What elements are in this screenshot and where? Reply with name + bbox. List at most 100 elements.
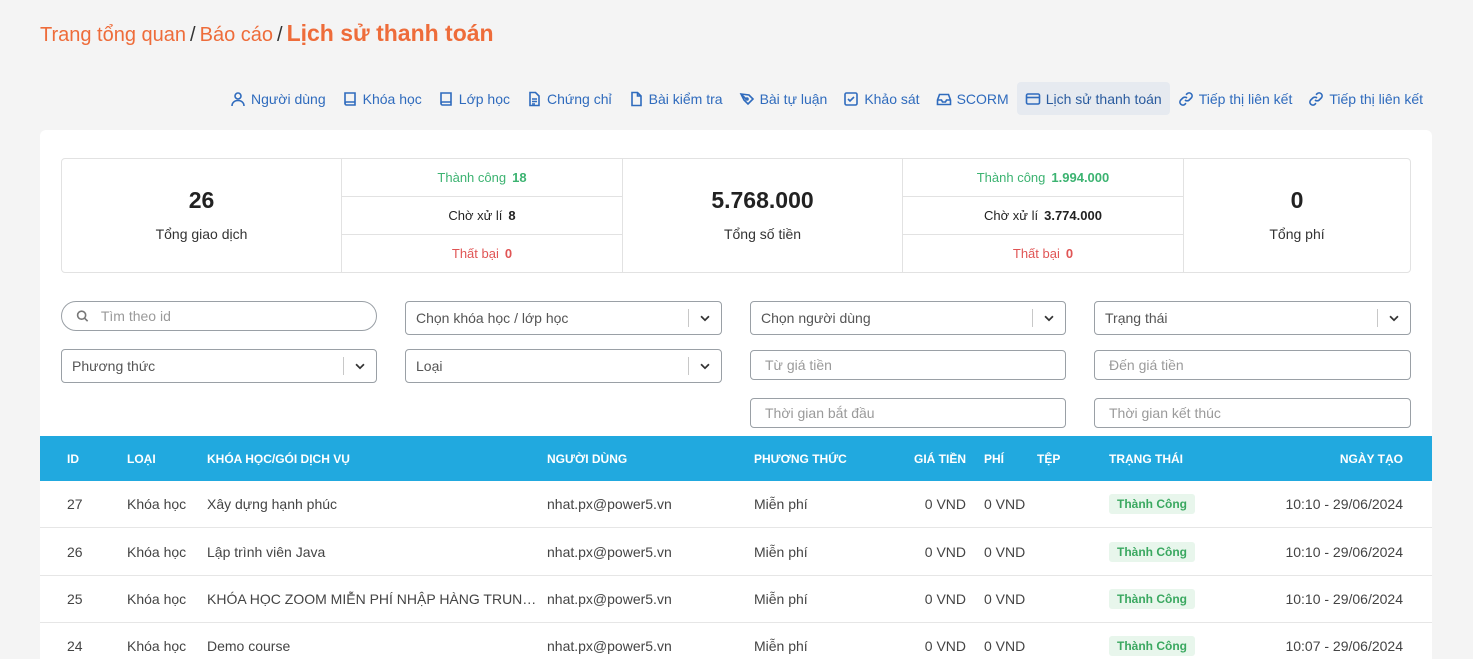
cell-status: Thành Công bbox=[1109, 529, 1195, 575]
tab-tests[interactable]: Bài kiểm tra bbox=[620, 82, 731, 115]
select-value: Trạng thái bbox=[1105, 310, 1168, 326]
cell-course-text: Lập trình viên Java bbox=[207, 544, 326, 560]
cell-id: 27 bbox=[67, 496, 83, 512]
breadcrumb-reports[interactable]: Báo cáo bbox=[200, 24, 273, 46]
select-value: Phương thức bbox=[72, 358, 156, 374]
tab-label: Bài tự luận bbox=[759, 90, 828, 107]
tab-classes[interactable]: Lớp học bbox=[430, 82, 518, 115]
tab-label: Khóa học bbox=[362, 90, 422, 107]
cell-date: 10:10 - 29/06/2024 bbox=[1285, 544, 1403, 560]
cell-id: 24 bbox=[67, 638, 83, 654]
start-time-field[interactable] bbox=[750, 398, 1066, 428]
cell-method: Miễn phí bbox=[754, 591, 808, 607]
stat-label: Tổng phí bbox=[1269, 226, 1325, 242]
cell-method: Miễn phí bbox=[754, 496, 808, 512]
user-icon bbox=[231, 91, 245, 106]
tab-users[interactable]: Người dùng bbox=[222, 82, 334, 115]
breadcrumb: Trang tổng quan / Báo cáo / Lịch sử thanh to… bbox=[40, 20, 494, 47]
cell-user: nhat.px@power5.vn bbox=[547, 591, 672, 607]
stat-value: 0 bbox=[504, 246, 513, 261]
tab-label: Lớp học bbox=[458, 90, 510, 107]
breadcrumb-separator: / bbox=[190, 24, 196, 46]
user-select[interactable]: Chọn người dùng bbox=[750, 301, 1066, 335]
chevron-down-icon[interactable] bbox=[689, 311, 721, 325]
column-header-method[interactable]: PHƯƠNG THỨC bbox=[754, 436, 847, 481]
cell-method: Miễn phí bbox=[754, 544, 808, 560]
column-header-file[interactable]: TỆP bbox=[1037, 436, 1060, 481]
stat-pending-row: Chờ xử lí 3.774.000 bbox=[903, 197, 1183, 235]
chevron-down-icon[interactable] bbox=[1033, 311, 1065, 325]
cell-user: nhat.px@power5.vn bbox=[547, 638, 672, 654]
type-select[interactable]: Loại bbox=[405, 349, 722, 383]
cell-date: 10:07 - 29/06/2024 bbox=[1285, 638, 1403, 654]
tab-affiliate-marketing[interactable]: Tiếp thị liên kết bbox=[1170, 82, 1301, 115]
column-header-id[interactable]: ID bbox=[67, 436, 79, 481]
cell-status: Thành Công bbox=[1109, 576, 1195, 622]
tab-certificates[interactable]: Chứng chỉ bbox=[518, 82, 620, 115]
stat-value: 0 bbox=[1290, 187, 1304, 213]
stat-label: Tổng giao dịch bbox=[155, 226, 248, 242]
stat-failed-row: Thất bại 0 bbox=[903, 235, 1183, 272]
search-input[interactable] bbox=[100, 308, 376, 324]
tab-label: Tiếp thị liên kết bbox=[1329, 90, 1423, 107]
payment-history-card: 26 Tổng giao dịch Thành công 18 Chờ xử lí… bbox=[40, 130, 1432, 659]
price-to-input[interactable] bbox=[1109, 357, 1410, 373]
price-to-field[interactable] bbox=[1094, 350, 1411, 380]
method-select[interactable]: Phương thức bbox=[61, 349, 377, 383]
tab-label: Chứng chỉ bbox=[547, 90, 612, 107]
cell-type: Khóa học bbox=[127, 496, 187, 512]
column-header-course[interactable]: KHÓA HỌC/GÓI DỊCH VỤ bbox=[207, 436, 537, 481]
table-row[interactable]: 26 Khóa học Lập trình viên Java nhat.px@… bbox=[40, 529, 1432, 576]
cell-course: KHÓA HỌC ZOOM MIỄN PHÍ NHẬP HÀNG TRUNG Q… bbox=[207, 576, 537, 622]
column-header-price[interactable]: GIÁ TIỀN bbox=[914, 436, 966, 481]
stat-failed-row: Thất bại 0 bbox=[342, 235, 622, 272]
column-header-date[interactable]: NGÀY TẠO bbox=[1340, 436, 1403, 481]
price-from-input[interactable] bbox=[765, 357, 1065, 373]
chevron-down-icon[interactable] bbox=[344, 359, 376, 373]
course-class-select[interactable]: Chọn khóa học / lớp học bbox=[405, 301, 722, 335]
table-row[interactable]: 25 Khóa học KHÓA HỌC ZOOM MIỄN PHÍ NHẬP … bbox=[40, 576, 1432, 623]
tab-courses[interactable]: Khóa học bbox=[334, 82, 430, 115]
tab-label: Tiếp thị liên kết bbox=[1198, 90, 1293, 107]
chevron-down-icon[interactable] bbox=[689, 359, 721, 373]
cell-price: 0 VND bbox=[924, 638, 966, 654]
select-value: Chọn người dùng bbox=[761, 310, 871, 326]
stat-label: Chờ xử lí bbox=[448, 208, 503, 223]
stat-value: 18 bbox=[512, 170, 527, 185]
table-row[interactable]: 27 Khóa học Xây dựng hạnh phúc nhat.px@p… bbox=[40, 481, 1432, 528]
stat-value: 26 bbox=[188, 187, 215, 213]
end-time-field[interactable] bbox=[1094, 398, 1411, 428]
cell-course: Demo course bbox=[207, 623, 537, 659]
column-header-status[interactable]: TRẠNG THÁI bbox=[1109, 436, 1183, 481]
column-header-type[interactable]: LOẠI bbox=[127, 436, 156, 481]
link-icon bbox=[1309, 91, 1324, 106]
end-time-input[interactable] bbox=[1109, 405, 1410, 421]
tab-essays[interactable]: Bài tự luận bbox=[731, 82, 836, 115]
status-badge: Thành Công bbox=[1109, 542, 1195, 562]
tab-payment-history[interactable]: Lịch sử thanh toán bbox=[1016, 82, 1170, 115]
column-header-fee[interactable]: PHÍ bbox=[984, 436, 1004, 481]
tab-affiliate-marketing-2[interactable]: Tiếp thị liên kết bbox=[1300, 82, 1431, 115]
tab-surveys[interactable]: Khảo sát bbox=[835, 82, 927, 115]
table-header: ID LOẠI KHÓA HỌC/GÓI DỊCH VỤ NGƯỜI DÙNG … bbox=[40, 436, 1432, 481]
page-title: Lịch sử thanh toán bbox=[286, 20, 494, 46]
start-time-input[interactable] bbox=[765, 405, 1065, 421]
column-header-user[interactable]: NGƯỜI DÙNG bbox=[547, 436, 627, 481]
cell-user: nhat.px@power5.vn bbox=[547, 544, 672, 560]
report-tabs: Người dùng Khóa học Lớp học Chứng chỉ Bà… bbox=[222, 82, 1431, 115]
file-icon bbox=[630, 91, 642, 106]
pen-icon bbox=[739, 92, 754, 105]
tab-scorm[interactable]: SCORM bbox=[928, 82, 1017, 115]
document-icon bbox=[529, 91, 540, 106]
chevron-down-icon[interactable] bbox=[1378, 311, 1410, 325]
select-value: Chọn khóa học / lớp học bbox=[416, 310, 569, 326]
status-select[interactable]: Trạng thái bbox=[1094, 301, 1411, 335]
breadcrumb-dashboard[interactable]: Trang tổng quan bbox=[40, 24, 186, 46]
cell-course-text: Xây dựng hạnh phúc bbox=[207, 496, 338, 512]
search-id-field[interactable] bbox=[61, 301, 377, 331]
credit-card-icon bbox=[1025, 92, 1041, 105]
table-row[interactable]: 24 Khóa học Demo course nhat.px@power5.v… bbox=[40, 623, 1432, 659]
tab-label: SCORM bbox=[956, 90, 1009, 107]
stat-label: Thành công bbox=[437, 170, 507, 185]
price-from-field[interactable] bbox=[750, 350, 1066, 380]
